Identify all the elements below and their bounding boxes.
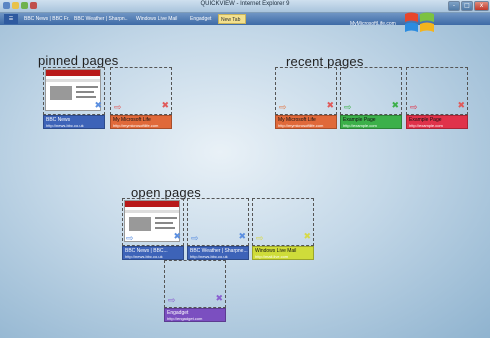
tile-url: http://mail.live.com xyxy=(255,254,289,259)
tile-recent-3[interactable]: ⇨ ✖ Example Page http://example.com xyxy=(406,67,468,131)
tile-url: http://news.bbc.co.uk xyxy=(125,254,163,259)
tile-url: http://mymicrosoftlife.com xyxy=(113,123,159,128)
tile-recent-1[interactable]: ⇨ ✖ My Microsoft Life http://mymicrosoft… xyxy=(275,67,337,131)
tile-label-bar: Windows Live Mail http://mail.live.com xyxy=(252,246,314,260)
tile-open-4[interactable]: ⇨ ✖ Engadget http://engadget.com xyxy=(164,260,226,324)
minimize-button[interactable]: - xyxy=(448,1,460,11)
open-arrow-icon[interactable]: ⇨ xyxy=(114,103,122,112)
tile-label-bar: Example Page http://example.com xyxy=(340,115,402,129)
maximize-button[interactable]: □ xyxy=(461,1,473,11)
tile-open-2[interactable]: ⇨ ✖ BBC Weather | Sharpne... http://news… xyxy=(187,198,249,262)
remove-icon[interactable]: ✖ xyxy=(94,102,102,111)
tile-pinned-2[interactable]: ⇨ ✖ My Microsoft Life http://mymicrosoft… xyxy=(110,67,172,131)
remove-icon[interactable]: ✖ xyxy=(303,233,311,242)
tile-label-bar: BBC News http://news.bbc.co.uk xyxy=(43,115,105,129)
tile-pinned-1[interactable]: ⇨ ✖ BBC News http://news.bbc.co.uk xyxy=(43,67,105,131)
open-arrow-icon[interactable]: ⇨ xyxy=(256,234,264,243)
remove-icon[interactable]: ✖ xyxy=(238,233,246,242)
tab-bbc-news[interactable]: BBC News | BBC Fr... xyxy=(22,14,70,24)
open-arrow-icon[interactable]: ⇨ xyxy=(344,103,352,112)
tab-new-tab[interactable]: New Tab xyxy=(218,14,246,24)
close-button[interactable]: x xyxy=(474,1,489,11)
tile-url: http://news.bbc.co.uk xyxy=(46,123,84,128)
window-title: QUICKVIEW - Internet Explorer 9 xyxy=(200,1,290,7)
tile-label-bar: Example Page http://example.com xyxy=(406,115,468,129)
pinned-pages-heading: pinned pages xyxy=(38,53,119,68)
remove-icon[interactable]: ✖ xyxy=(457,102,465,111)
remove-icon[interactable]: ✖ xyxy=(215,295,223,304)
tile-label-bar: BBC News | BBC... http://news.bbc.co.uk xyxy=(122,246,184,260)
remove-icon[interactable]: ✖ xyxy=(326,102,334,111)
open-arrow-icon[interactable]: ⇨ xyxy=(191,234,199,243)
tile-label-bar: Engadget http://engadget.com xyxy=(164,308,226,322)
tile-label-bar: BBC Weather | Sharpne... http://news.bbc… xyxy=(187,246,249,260)
browser-window: QUICKVIEW - Internet Explorer 9 - □ x ☰ … xyxy=(0,0,490,338)
open-arrow-icon[interactable]: ⇨ xyxy=(126,234,134,243)
tile-url: http://example.com xyxy=(409,123,443,128)
site-address: MyMicrosoftLife.com xyxy=(350,21,396,27)
open-arrow-icon[interactable]: ⇨ xyxy=(168,296,176,305)
tile-url: http://mymicrosoftlife.com xyxy=(278,123,324,128)
tab-windows-live-mail[interactable]: Windows Live Mail xyxy=(134,14,184,24)
windows-logo-icon xyxy=(405,12,434,32)
open-arrow-icon[interactable]: ⇨ xyxy=(279,103,287,112)
tile-label-bar: My Microsoft Life http://mymicrosoftlife… xyxy=(110,115,172,129)
remove-icon[interactable]: ✖ xyxy=(173,233,181,242)
tab-engadget[interactable]: Engadget xyxy=(188,14,214,24)
open-arrow-icon[interactable]: ⇨ xyxy=(47,103,55,112)
open-arrow-icon[interactable]: ⇨ xyxy=(410,103,418,112)
tab-bbc-weather[interactable]: BBC Weather | Sharpn... xyxy=(72,14,128,24)
tile-open-1[interactable]: ⇨ ✖ BBC News | BBC... http://news.bbc.co… xyxy=(122,198,184,262)
tile-url: http://example.com xyxy=(343,123,377,128)
remove-icon[interactable]: ✖ xyxy=(161,102,169,111)
tile-url: http://news.bbc.co.uk xyxy=(190,254,228,259)
tile-open-3[interactable]: ⇨ ✖ Windows Live Mail http://mail.live.c… xyxy=(252,198,314,262)
tab-list-button[interactable]: ☰ xyxy=(4,14,18,24)
tile-url: http://engadget.com xyxy=(167,316,203,321)
tile-recent-2[interactable]: ⇨ ✖ Example Page http://example.com xyxy=(340,67,402,131)
remove-icon[interactable]: ✖ xyxy=(391,102,399,111)
tile-label-bar: My Microsoft Life http://mymicrosoftlife… xyxy=(275,115,337,129)
